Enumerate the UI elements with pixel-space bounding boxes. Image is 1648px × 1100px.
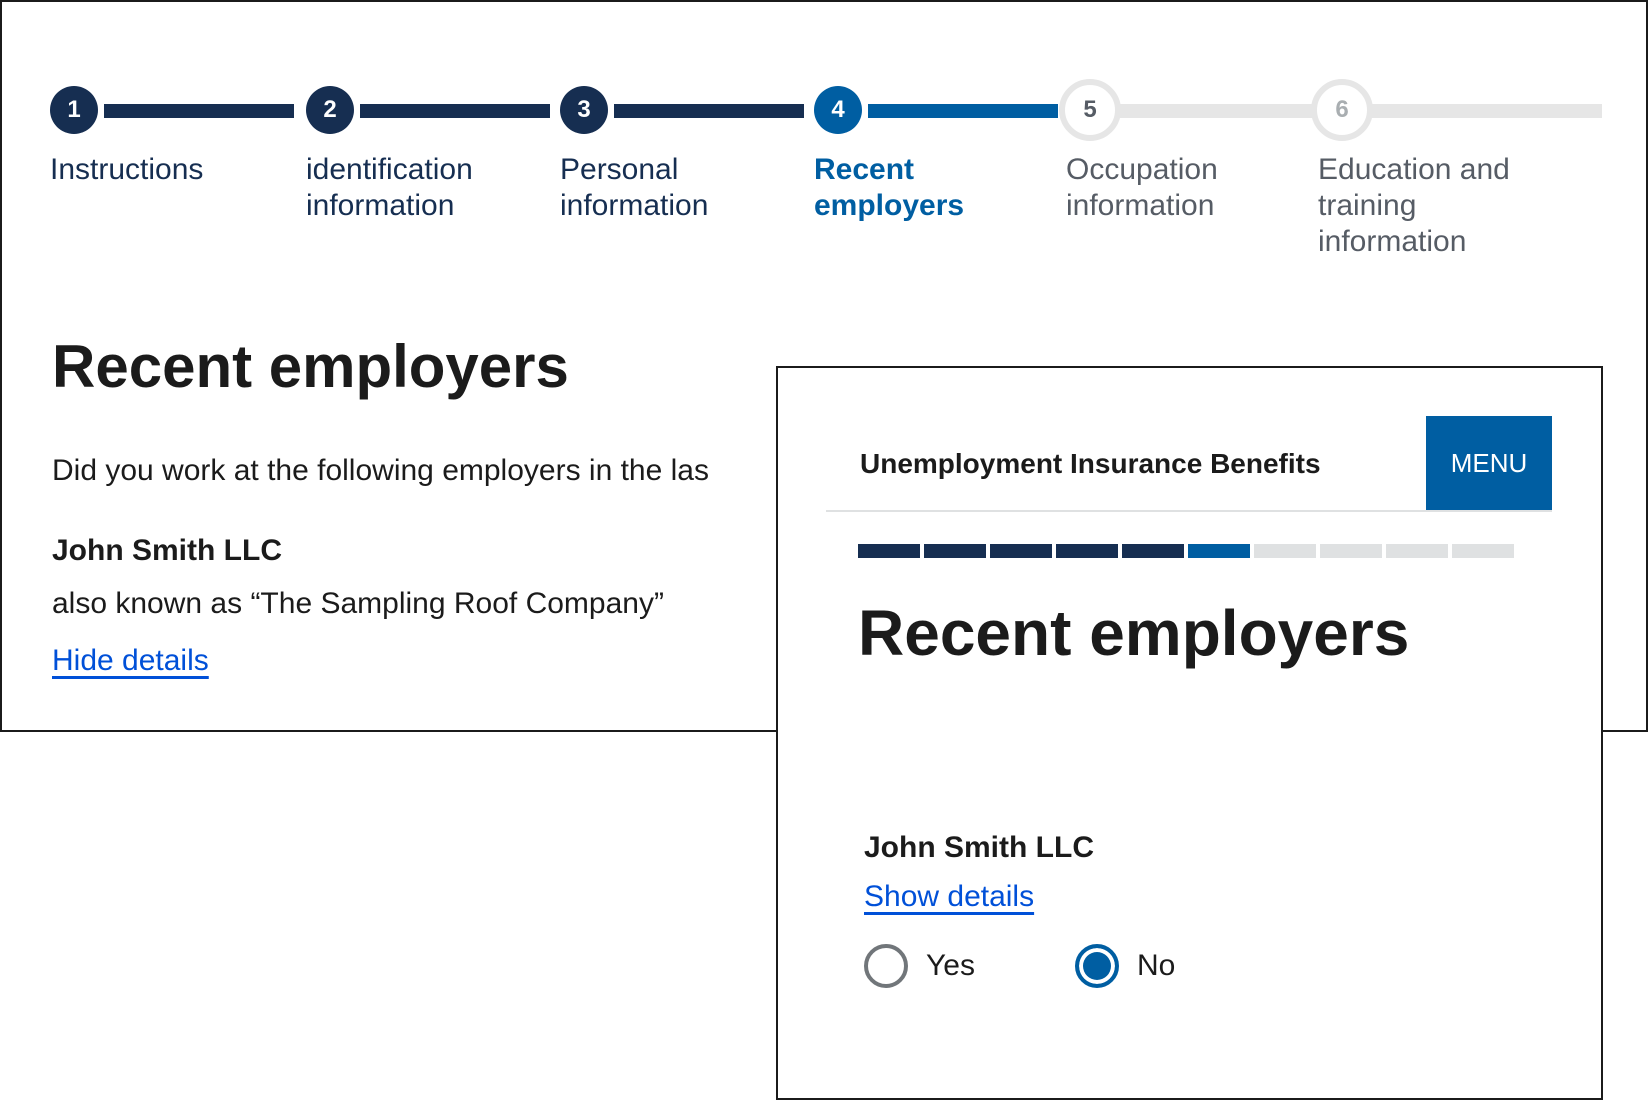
mobile-view-panel: Unemployment Insurance Benefits MENU Rec… [776, 366, 1603, 1100]
hide-details-link[interactable]: Hide details [52, 644, 209, 678]
step-segment [868, 104, 1058, 118]
progress-segment [1056, 544, 1118, 558]
worked-here-radio-group: Yes No [864, 944, 1175, 988]
step-label: Instructions [50, 153, 204, 186]
show-details-link[interactable]: Show details [864, 880, 1034, 914]
step-segment [104, 104, 294, 118]
step-label: identification information [306, 153, 473, 222]
radio-yes[interactable]: Yes [864, 944, 975, 988]
employer-aka: also known as “The Sampling Roof Company… [52, 587, 664, 620]
page-title: Recent employers [858, 597, 1410, 669]
site-title: Unemployment Insurance Benefits [860, 448, 1321, 479]
radio-label: Yes [926, 949, 975, 982]
step-number: 5 [1059, 79, 1121, 141]
page-title: Recent employers [52, 333, 569, 400]
step-segment [614, 104, 804, 118]
step-indicator: 1 Instructions 2 identification informat… [50, 79, 1602, 286]
step-number: 6 [1311, 79, 1373, 141]
progress-segment [1188, 544, 1250, 558]
step-number: 3 [560, 86, 608, 134]
progress-segment [858, 544, 920, 558]
progress-segment [1254, 544, 1316, 558]
radio-no[interactable]: No [1074, 944, 1176, 988]
step-number: 4 [814, 86, 862, 134]
step-number: 2 [306, 86, 354, 134]
menu-button[interactable]: MENU [1426, 416, 1552, 510]
employer-name: John Smith LLC [864, 831, 1094, 864]
step-label: Recent employers [814, 153, 965, 222]
segmented-progress-bar [858, 544, 1514, 558]
radio-circle-icon[interactable] [1074, 944, 1119, 988]
step-label: Education and training information [1318, 153, 1510, 258]
radio-label: No [1136, 949, 1176, 982]
site-header: Unemployment Insurance Benefits MENU [826, 416, 1552, 512]
progress-segment [1122, 544, 1184, 558]
step-segment [360, 104, 550, 118]
employer-question: Did you work at the following employers … [52, 454, 709, 487]
progress-segment [1452, 544, 1514, 558]
step-label: Personal information [560, 153, 709, 222]
step-segment [1372, 104, 1602, 118]
progress-segment [924, 544, 986, 558]
step-segment [1120, 104, 1320, 118]
progress-segment [1320, 544, 1382, 558]
progress-segment [1386, 544, 1448, 558]
step-number: 1 [50, 86, 98, 134]
progress-segment [990, 544, 1052, 558]
radio-circle-icon[interactable] [864, 944, 908, 988]
employer-name: John Smith LLC [52, 534, 282, 567]
step-label: Occupation information [1066, 153, 1218, 222]
